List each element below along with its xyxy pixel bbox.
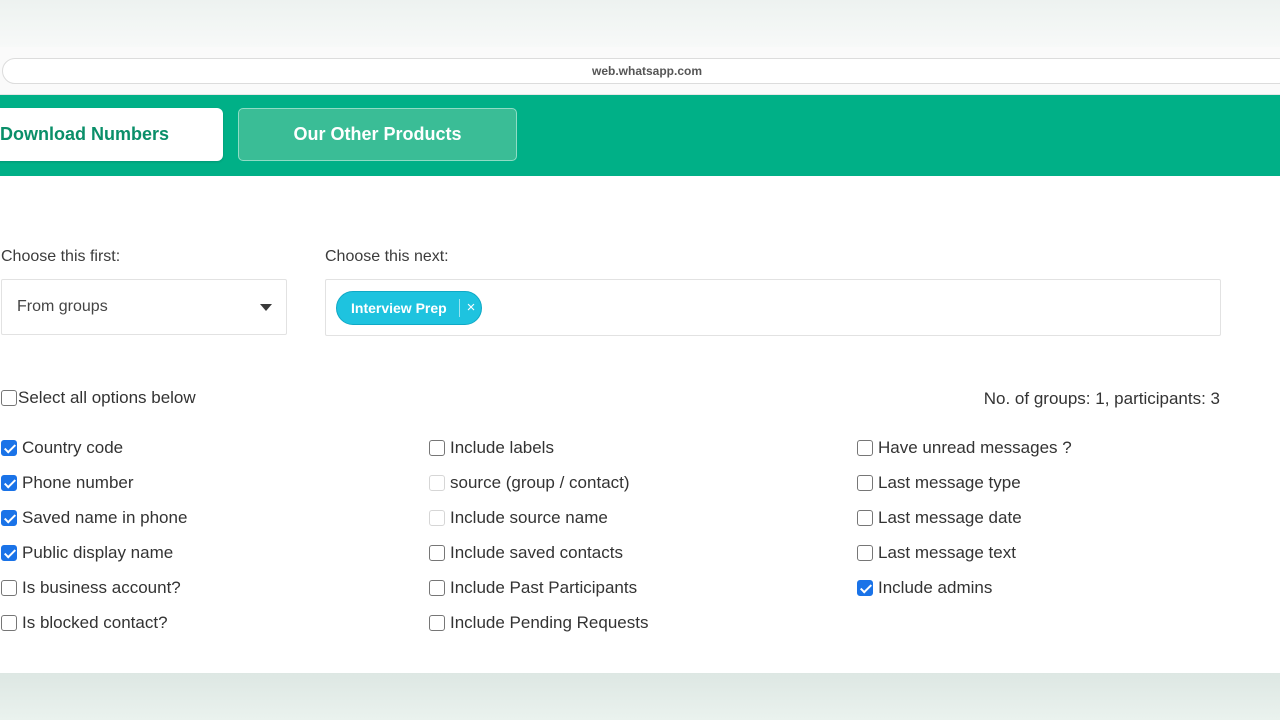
option-pending-requests[interactable]: Include Pending Requests [429, 613, 648, 633]
chip-divider [459, 299, 460, 317]
option-last-message-date[interactable]: Last message date [857, 508, 1022, 528]
option-source-name: Include source name [429, 508, 608, 528]
checkbox [429, 475, 445, 491]
checkbox[interactable] [1, 615, 17, 631]
checkbox[interactable] [857, 545, 873, 561]
source-select-value: From groups [17, 298, 108, 315]
browser-top-band [0, 0, 1280, 47]
checkbox[interactable] [1, 580, 17, 596]
other-products-button[interactable]: Our Other Products [238, 108, 517, 161]
option-label: Last message type [878, 473, 1021, 492]
option-include-admins[interactable]: Include admins [857, 578, 992, 598]
choose-first-label: Choose this first: [1, 248, 121, 265]
group-multiselect[interactable]: Interview Prep × [325, 279, 1221, 336]
option-source: source (group / contact) [429, 473, 630, 493]
option-label: Is business account? [22, 578, 181, 597]
select-all-label: Select all options below [18, 388, 196, 407]
option-label: Include saved contacts [450, 543, 623, 562]
option-label: Include labels [450, 438, 554, 457]
checkbox[interactable] [1, 545, 17, 561]
caret-down-icon [260, 304, 272, 311]
option-include-labels[interactable]: Include labels [429, 438, 554, 458]
close-icon[interactable]: × [463, 298, 479, 318]
option-label: Phone number [22, 473, 134, 492]
option-label: Is blocked contact? [22, 613, 168, 632]
group-chip-label: Interview Prep [351, 300, 447, 316]
checkbox[interactable] [857, 440, 873, 456]
source-select[interactable]: From groups [1, 279, 287, 335]
option-phone-number[interactable]: Phone number [1, 473, 134, 493]
option-unread-messages[interactable]: Have unread messages ? [857, 438, 1072, 458]
option-blocked-contact[interactable]: Is blocked contact? [1, 613, 168, 633]
checkbox[interactable] [857, 580, 873, 596]
option-label: Include Past Participants [450, 578, 638, 597]
option-label: Include source name [450, 508, 608, 527]
group-participant-count: No. of groups: 1, participants: 3 [983, 389, 1220, 408]
option-country-code[interactable]: Country code [1, 438, 123, 458]
option-business-account[interactable]: Is business account? [1, 578, 181, 598]
option-label: Country code [22, 438, 124, 457]
option-saved-name[interactable]: Saved name in phone [1, 508, 187, 528]
address-bar[interactable]: web.whatsapp.com [2, 58, 1280, 84]
option-label: Last message text [878, 543, 1016, 562]
checkbox[interactable] [1, 510, 17, 526]
choose-next-label: Choose this next: [325, 248, 449, 265]
option-saved-contacts[interactable]: Include saved contacts [429, 543, 623, 563]
select-all-checkbox[interactable] [1, 390, 17, 406]
checkbox[interactable] [429, 440, 445, 456]
option-public-display-name[interactable]: Public display name [1, 543, 173, 563]
option-past-participants[interactable]: Include Past Participants [429, 578, 637, 598]
nav-bar: Download Numbers Our Other Products [0, 95, 1280, 176]
checkbox [429, 510, 445, 526]
checkbox[interactable] [1, 440, 17, 456]
checkbox[interactable] [857, 475, 873, 491]
option-label: source (group / contact) [450, 473, 630, 492]
option-last-message-text[interactable]: Last message text [857, 543, 1016, 563]
checkbox[interactable] [1, 475, 17, 491]
option-last-message-type[interactable]: Last message type [857, 473, 1021, 493]
checkbox[interactable] [429, 545, 445, 561]
option-label: Saved name in phone [22, 508, 188, 527]
checkbox[interactable] [857, 510, 873, 526]
option-label: Public display name [22, 543, 174, 562]
main-panel: Choose this first: From groups Choose th… [0, 176, 1280, 673]
option-label: Last message date [878, 508, 1022, 527]
select-all-option[interactable]: Select all options below [1, 388, 196, 408]
address-url: web.whatsapp.com [591, 64, 703, 78]
option-label: Include Pending Requests [450, 613, 649, 632]
browser-address-row: web.whatsapp.com [0, 47, 1280, 95]
option-label: Have unread messages ? [878, 438, 1072, 457]
checkbox[interactable] [429, 580, 445, 596]
download-numbers-button[interactable]: Download Numbers [0, 108, 223, 161]
checkbox[interactable] [429, 615, 445, 631]
group-chip[interactable]: Interview Prep × [336, 291, 482, 325]
option-label: Include admins [878, 578, 993, 597]
bottom-band [0, 673, 1280, 720]
